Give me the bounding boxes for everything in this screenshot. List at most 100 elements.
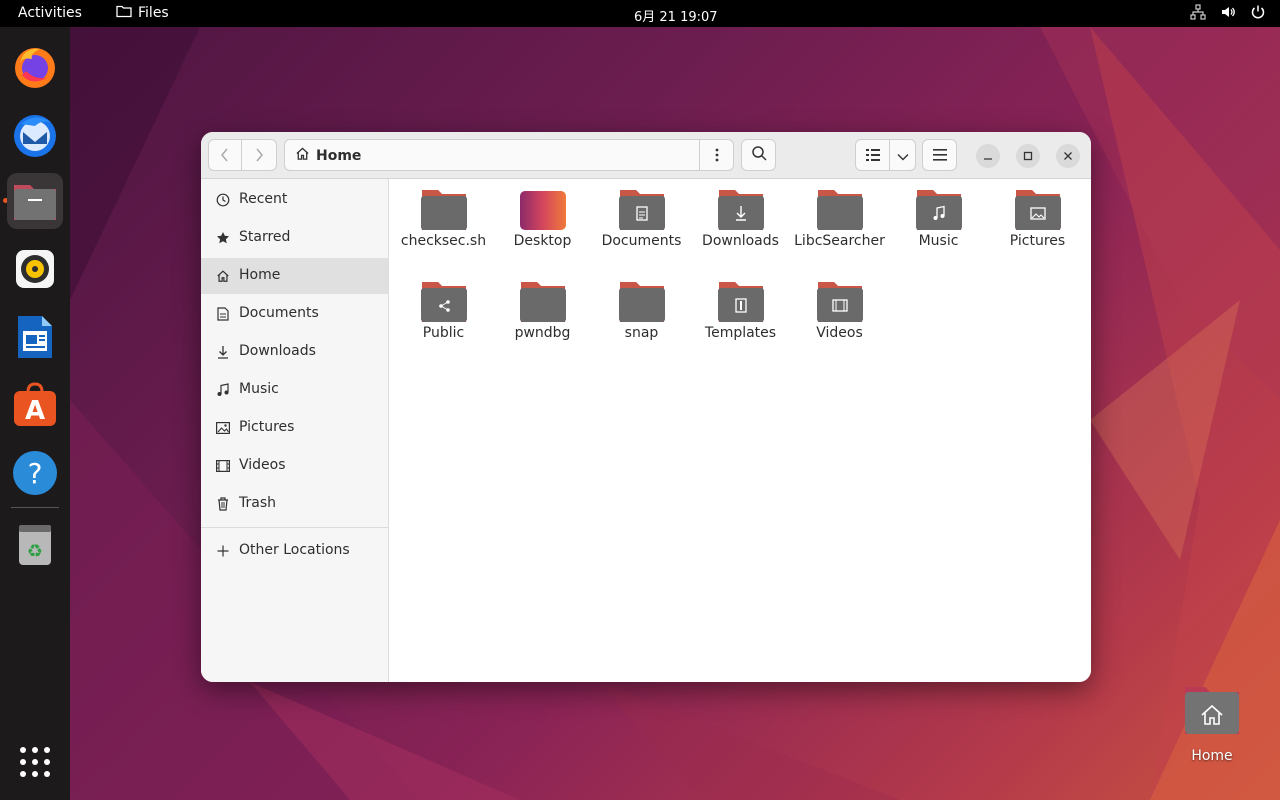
sidebar-item-label: Recent (239, 191, 288, 207)
network-icon[interactable] (1190, 4, 1206, 20)
home-folder-icon (1185, 687, 1239, 734)
folder-icon (420, 189, 468, 231)
desktop-folder-icon (519, 189, 567, 231)
plus-icon (215, 543, 231, 559)
header-bar: Home (201, 132, 1091, 179)
file-name: Public (422, 325, 465, 341)
file-item[interactable]: snap (592, 281, 691, 342)
file-item[interactable]: Pictures (988, 189, 1087, 250)
folder-icon (816, 189, 864, 231)
libreoffice-writer-icon[interactable] (7, 309, 63, 365)
music-folder-icon (915, 189, 963, 231)
minimize-button[interactable] (976, 144, 1000, 168)
picture-folder-icon (1014, 189, 1062, 231)
sidebar: Recent Starred Home Documents Downloads … (201, 179, 389, 682)
path-bar[interactable]: Home (284, 139, 734, 171)
sidebar-item-label: Starred (239, 229, 291, 245)
sidebar-item-music[interactable]: Music (201, 372, 388, 408)
forward-button[interactable] (241, 139, 277, 171)
maximize-button[interactable] (1016, 144, 1040, 168)
app-center-icon[interactable]: A (7, 377, 63, 433)
path-menu-button[interactable] (699, 140, 733, 170)
folder-icon (618, 281, 666, 323)
main-menu-button[interactable] (922, 139, 957, 171)
sidebar-item-label: Home (239, 267, 281, 283)
sidebar-item-trash[interactable]: Trash (201, 486, 388, 522)
file-item[interactable]: Music (889, 189, 988, 250)
dock: A ? ♻ (0, 27, 70, 800)
home-icon (215, 268, 231, 284)
sidebar-item-home[interactable]: Home (201, 258, 388, 294)
activities-button[interactable]: Activities (18, 5, 82, 21)
path-label: Home (316, 147, 362, 164)
sidebar-item-other-locations[interactable]: Other Locations (201, 533, 388, 569)
file-item[interactable]: Documents (592, 189, 691, 250)
file-name: Documents (601, 233, 682, 249)
search-button[interactable] (741, 139, 776, 171)
rhythmbox-icon[interactable] (7, 241, 63, 297)
close-button[interactable] (1056, 144, 1080, 168)
chevron-down-icon (897, 146, 909, 165)
picture-icon (215, 420, 231, 436)
sidebar-separator (201, 527, 388, 528)
sidebar-item-label: Music (239, 381, 279, 397)
files-window: Home Recent Starred Home Documents Downl… (201, 132, 1091, 682)
file-item[interactable]: Public (394, 281, 493, 342)
file-item[interactable]: pwndbg (493, 281, 592, 342)
back-button[interactable] (208, 139, 242, 171)
view-options-button[interactable] (889, 139, 916, 171)
sidebar-item-videos[interactable]: Videos (201, 448, 388, 484)
show-apps-icon[interactable] (7, 734, 63, 790)
sidebar-item-documents[interactable]: Documents (201, 296, 388, 332)
trash-icon[interactable]: ♻ (7, 516, 63, 572)
folder-icon (116, 4, 132, 22)
power-icon[interactable] (1250, 4, 1266, 20)
file-item[interactable]: Videos (790, 281, 889, 342)
sidebar-item-label: Pictures (239, 419, 295, 435)
file-name: Downloads (702, 233, 779, 249)
template-folder-icon (717, 281, 765, 323)
app-menu-label: Files (138, 5, 169, 21)
file-name: pwndbg (514, 325, 571, 341)
path-home-button[interactable]: Home (295, 146, 361, 165)
files-icon[interactable] (7, 173, 63, 229)
sidebar-item-label: Downloads (239, 343, 316, 359)
file-name: LibcSearcher (794, 233, 885, 249)
video-folder-icon (816, 281, 864, 323)
file-item[interactable]: Templates (691, 281, 790, 342)
file-name: Pictures (1009, 233, 1066, 249)
file-item[interactable]: Downloads (691, 189, 790, 250)
clock[interactable]: 6月 21 19:07 (634, 6, 718, 25)
star-icon (215, 230, 231, 246)
file-name: snap (624, 325, 659, 341)
file-item[interactable]: Desktop (493, 189, 592, 250)
sidebar-item-label: Other Locations (239, 542, 350, 558)
sidebar-item-downloads[interactable]: Downloads (201, 334, 388, 370)
desktop-home-icon[interactable]: Home (1172, 684, 1252, 764)
sidebar-item-label: Trash (239, 495, 276, 511)
download-icon (215, 344, 231, 360)
help-icon[interactable]: ? (7, 445, 63, 501)
file-item[interactable]: LibcSearcher (790, 189, 889, 250)
thunderbird-icon[interactable] (7, 106, 63, 162)
document-icon (215, 306, 231, 322)
volume-icon[interactable] (1220, 4, 1236, 20)
sidebar-item-pictures[interactable]: Pictures (201, 410, 388, 446)
file-item[interactable]: checksec.sh (394, 189, 493, 250)
system-tray[interactable] (1190, 4, 1266, 20)
trash-icon (215, 496, 231, 512)
download-folder-icon (717, 189, 765, 231)
firefox-icon[interactable] (7, 38, 63, 94)
sidebar-item-recent[interactable]: Recent (201, 182, 388, 218)
file-name: Videos (816, 325, 863, 341)
sidebar-item-starred[interactable]: Starred (201, 220, 388, 256)
view-toggle-button[interactable] (855, 139, 890, 171)
dock-separator (11, 507, 59, 508)
app-menu[interactable]: Files (116, 4, 169, 22)
share-folder-icon (420, 281, 468, 323)
file-name: Music (918, 233, 959, 249)
hamburger-icon (932, 146, 947, 165)
sidebar-item-label: Documents (239, 305, 319, 321)
top-bar: Activities Files 6月 21 19:07 (0, 0, 1280, 27)
folder-icon (519, 281, 567, 323)
